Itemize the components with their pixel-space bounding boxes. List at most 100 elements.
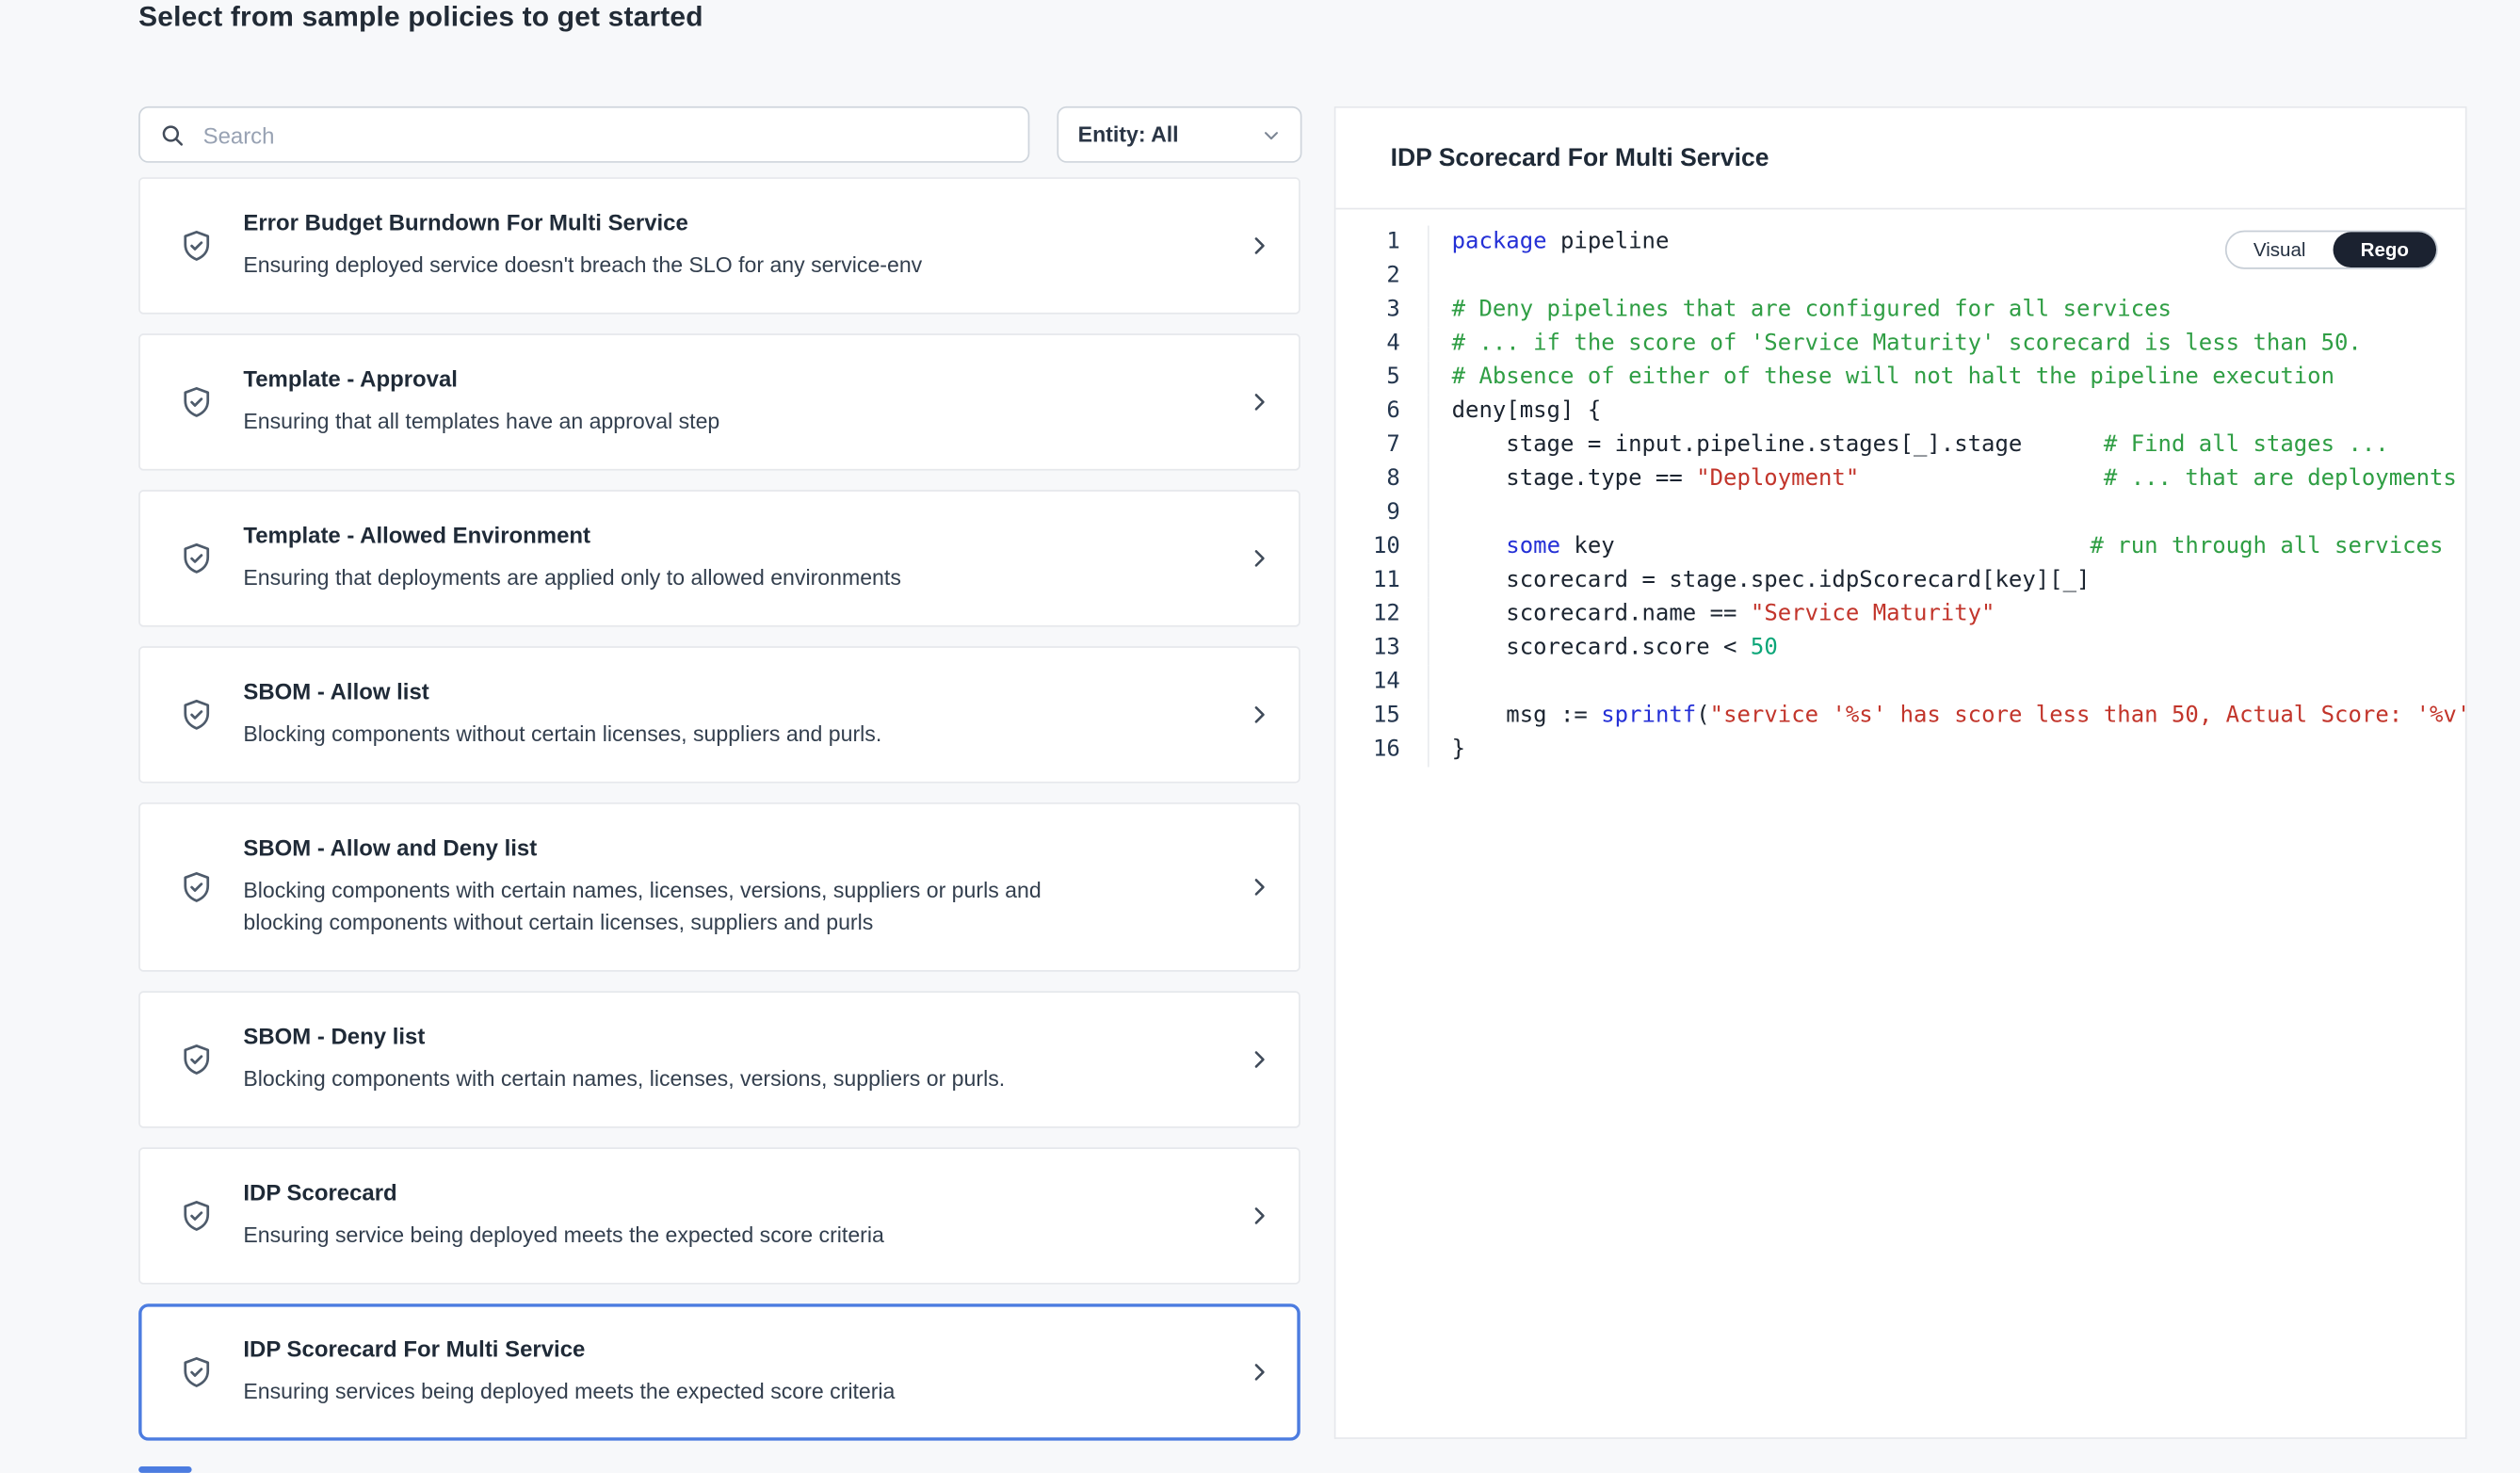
line-number: 3 bbox=[1335, 293, 1429, 327]
preview-header: IDP Scorecard For Multi Service bbox=[1335, 108, 2464, 210]
code-line-content bbox=[1430, 496, 1465, 530]
policy-description: Blocking components without certain lice… bbox=[243, 719, 1057, 751]
policy-list: Error Budget Burndown For Multi Service … bbox=[138, 177, 1300, 1440]
policy-description: Ensuring that deployments are applied on… bbox=[243, 562, 1057, 594]
code-line-content: # Absence of either of these will not ha… bbox=[1430, 361, 2334, 395]
chevron-down-icon bbox=[1262, 125, 1282, 145]
policy-item-error-budget-burndown[interactable]: Error Budget Burndown For Multi Service … bbox=[138, 177, 1300, 314]
code-line: 8 stage.type == "Deployment" # ... that … bbox=[1335, 462, 2464, 496]
policy-item-idp-scorecard[interactable]: IDP Scorecard Ensuring service being dep… bbox=[138, 1147, 1300, 1284]
policy-preview-panel: IDP Scorecard For Multi Service Visual R… bbox=[1334, 106, 2467, 1439]
code-line: 3# Deny pipelines that are configured fo… bbox=[1335, 293, 2464, 327]
visual-toggle-button[interactable]: Visual bbox=[2226, 232, 2334, 267]
line-number: 6 bbox=[1335, 395, 1429, 429]
shield-check-icon bbox=[177, 382, 216, 421]
code-line-content: stage.type == "Deployment" # ... that ar… bbox=[1430, 462, 2457, 496]
code-line-content: deny[msg] { bbox=[1430, 395, 1602, 429]
line-number: 9 bbox=[1335, 496, 1429, 530]
policy-description: Ensuring services being deployed meets t… bbox=[243, 1376, 1057, 1408]
code-line: 9 bbox=[1335, 496, 2464, 530]
code-line: 16} bbox=[1335, 734, 2464, 768]
code-line-content: package pipeline bbox=[1430, 226, 1670, 260]
line-number: 14 bbox=[1335, 666, 1429, 700]
line-number: 12 bbox=[1335, 598, 1429, 632]
horizontal-scrollbar-thumb[interactable] bbox=[138, 1466, 191, 1473]
code-line: 13 scorecard.score < 50 bbox=[1335, 632, 2464, 666]
view-mode-toggle: Visual Rego bbox=[2224, 231, 2438, 269]
line-number: 7 bbox=[1335, 429, 1429, 462]
policy-title: Template - Allowed Environment bbox=[243, 522, 1220, 549]
preview-title: IDP Scorecard For Multi Service bbox=[1391, 145, 2411, 174]
policy-title: IDP Scorecard bbox=[243, 1179, 1220, 1206]
code-wrap: Visual Rego 1package pipeline2 3# Deny p… bbox=[1335, 209, 2464, 767]
code-line: 12 scorecard.name == "Service Maturity" bbox=[1335, 598, 2464, 632]
code-line: 7 stage = input.pipeline.stages[_].stage… bbox=[1335, 429, 2464, 462]
chevron-right-icon bbox=[1247, 875, 1271, 899]
shield-check-icon bbox=[177, 226, 216, 265]
code-line-content: stage = input.pipeline.stages[_].stage #… bbox=[1430, 429, 2389, 462]
shield-check-icon bbox=[177, 1352, 216, 1391]
code-line-content bbox=[1430, 666, 1465, 700]
line-number: 13 bbox=[1335, 632, 1429, 666]
page-title: Select from sample policies to get start… bbox=[138, 0, 703, 34]
policy-title: SBOM - Allow and Deny list bbox=[243, 834, 1220, 862]
chevron-right-icon bbox=[1247, 234, 1271, 258]
policy-title: Template - Approval bbox=[243, 365, 1220, 393]
code-line: 14 bbox=[1335, 666, 2464, 700]
policy-item-idp-scorecard-for-multi-service[interactable]: IDP Scorecard For Multi Service Ensuring… bbox=[138, 1303, 1300, 1440]
code-line-content bbox=[1430, 259, 1465, 293]
rego-toggle-button[interactable]: Rego bbox=[2334, 232, 2437, 267]
search-icon bbox=[159, 121, 185, 147]
shield-check-icon bbox=[177, 1040, 216, 1078]
line-number: 2 bbox=[1335, 259, 1429, 293]
line-number: 16 bbox=[1335, 734, 1429, 768]
policy-description: Blocking components with certain names, … bbox=[243, 875, 1057, 939]
code-line: 4# ... if the score of 'Service Maturity… bbox=[1335, 327, 2464, 361]
chevron-right-icon bbox=[1247, 390, 1271, 414]
code-line-content: scorecard.name == "Service Maturity" bbox=[1430, 598, 1995, 632]
code-editor[interactable]: 1package pipeline2 3# Deny pipelines tha… bbox=[1335, 226, 2464, 768]
code-line-content: scorecard.score < 50 bbox=[1430, 632, 1778, 666]
policy-item-sbom-deny-list[interactable]: SBOM - Deny list Blocking components wit… bbox=[138, 991, 1300, 1127]
line-number: 15 bbox=[1335, 700, 1429, 734]
policy-description: Ensuring service being deployed meets th… bbox=[243, 1220, 1057, 1252]
code-line: 5# Absence of either of these will not h… bbox=[1335, 361, 2464, 395]
entity-filter-dropdown[interactable]: Entity: All bbox=[1057, 106, 1301, 163]
code-line-content: # Deny pipelines that are configured for… bbox=[1430, 293, 2172, 327]
chevron-right-icon bbox=[1247, 703, 1271, 727]
code-line-content: scorecard = stage.spec.idpScorecard[key]… bbox=[1430, 564, 2091, 598]
chevron-right-icon bbox=[1247, 546, 1271, 571]
line-number: 5 bbox=[1335, 361, 1429, 395]
page: Select from sample policies to get start… bbox=[0, 0, 2520, 1473]
policy-item-sbom-allow-and-deny-list[interactable]: SBOM - Allow and Deny list Blocking comp… bbox=[138, 802, 1300, 972]
line-number: 8 bbox=[1335, 462, 1429, 496]
search-input[interactable] bbox=[138, 106, 1029, 163]
chevron-right-icon bbox=[1247, 1204, 1271, 1228]
policy-item-template-approval[interactable]: Template - Approval Ensuring that all te… bbox=[138, 333, 1300, 470]
line-number: 4 bbox=[1335, 327, 1429, 361]
code-line-content: some key # run through all services bbox=[1430, 530, 2444, 564]
policy-title: Error Budget Burndown For Multi Service bbox=[243, 209, 1220, 236]
policy-item-sbom-allow-list[interactable]: SBOM - Allow list Blocking components wi… bbox=[138, 646, 1300, 783]
code-line-content: } bbox=[1430, 734, 1465, 768]
chevron-right-icon bbox=[1247, 1360, 1271, 1384]
code-line: 15 msg := sprintf("service '%s' has scor… bbox=[1335, 700, 2464, 734]
code-line-content: # ... if the score of 'Service Maturity'… bbox=[1430, 327, 2362, 361]
shield-check-icon bbox=[177, 539, 216, 577]
policy-description: Ensuring that all templates have an appr… bbox=[243, 406, 1057, 438]
entity-filter-label: Entity: All bbox=[1078, 122, 1179, 147]
search-field[interactable] bbox=[200, 120, 1009, 149]
line-number: 11 bbox=[1335, 564, 1429, 598]
policy-description: Blocking components with certain names, … bbox=[243, 1063, 1057, 1095]
policy-item-template-allowed-environment[interactable]: Template - Allowed Environment Ensuring … bbox=[138, 490, 1300, 626]
code-line: 6deny[msg] { bbox=[1335, 395, 2464, 429]
policy-title: SBOM - Deny list bbox=[243, 1023, 1220, 1050]
shield-check-icon bbox=[177, 695, 216, 734]
chevron-right-icon bbox=[1247, 1047, 1271, 1072]
code-line: 11 scorecard = stage.spec.idpScorecard[k… bbox=[1335, 564, 2464, 598]
code-line: 10 some key # run through all services bbox=[1335, 530, 2464, 564]
policy-description: Ensuring deployed service doesn't breach… bbox=[243, 250, 1057, 282]
code-line-content: msg := sprintf("service '%s' has score l… bbox=[1430, 700, 2467, 734]
line-number: 1 bbox=[1335, 226, 1429, 260]
line-number: 10 bbox=[1335, 530, 1429, 564]
